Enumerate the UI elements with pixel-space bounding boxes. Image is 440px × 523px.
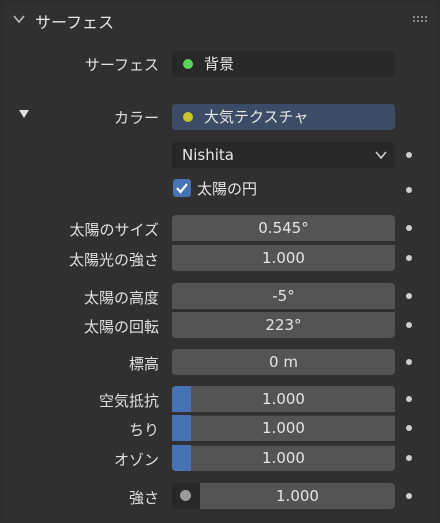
surface-shader-value: 背景 [204, 55, 235, 73]
keyframe-dot[interactable] [406, 396, 412, 402]
altitude-value: 0 m [269, 353, 298, 371]
sun-rotation-field[interactable]: 223° [172, 312, 395, 338]
sky-type-dropdown[interactable]: Nishita [172, 142, 395, 168]
air-density-fill [172, 386, 191, 412]
keyframe-dot[interactable] [406, 225, 412, 231]
panel-title: サーフェス [35, 13, 115, 32]
sun-disc-checkbox[interactable] [173, 179, 191, 197]
altitude-label: 標高 [128, 355, 159, 373]
sun-intensity-field[interactable]: 1.000 [172, 245, 395, 271]
keyframe-dot[interactable] [406, 293, 412, 299]
dust-density-value: 1.000 [262, 419, 305, 437]
sun-intensity-value: 1.000 [262, 249, 305, 267]
keyframe-dot[interactable] [406, 152, 412, 158]
socket-circle-icon[interactable] [180, 490, 191, 501]
shader-socket-icon [183, 59, 193, 69]
expand-triangle-icon[interactable] [19, 110, 29, 118]
air-label: 空気抵抗 [98, 392, 159, 410]
keyframe-dot[interactable] [406, 255, 412, 261]
ozone-label: オゾン [113, 451, 159, 469]
keyframe-dot[interactable] [406, 322, 412, 328]
color-socket-icon [183, 112, 193, 122]
ozone-density-value: 1.000 [262, 449, 305, 467]
dust-density-slider[interactable]: 1.000 [172, 415, 395, 441]
air-density-slider[interactable]: 1.000 [172, 386, 395, 412]
sun-elevation-label: 太陽の高度 [83, 289, 159, 307]
sun-intensity-label: 太陽光の強さ [68, 251, 159, 269]
dust-density-fill [172, 415, 191, 441]
sun-elevation-value: -5° [272, 287, 295, 305]
surface-shader-field[interactable]: 背景 [172, 51, 395, 77]
keyframe-dot[interactable] [406, 455, 412, 461]
sun-elevation-field[interactable]: -5° [172, 283, 395, 309]
sky-type-value: Nishita [182, 146, 234, 164]
chevron-down-icon [375, 151, 387, 160]
air-density-value: 1.000 [262, 390, 305, 408]
color-input-value: 大気テクスチャ [204, 108, 309, 126]
keyframe-dot[interactable] [406, 359, 412, 365]
chevron-down-icon[interactable] [12, 12, 26, 26]
keyframe-dot[interactable] [406, 187, 412, 193]
ozone-density-slider[interactable]: 1.000 [172, 445, 395, 471]
strength-value-box[interactable]: 1.000 [200, 483, 395, 509]
altitude-field[interactable]: 0 m [172, 349, 395, 375]
ozone-density-fill [172, 445, 191, 471]
keyframe-dot[interactable] [406, 493, 412, 499]
drag-grip-icon[interactable] [413, 16, 429, 22]
sun-size-value: 0.545° [258, 219, 309, 237]
color-input-field[interactable]: 大気テクスチャ [172, 104, 395, 130]
strength-field[interactable]: 1.000 [172, 483, 395, 509]
keyframe-dot[interactable] [406, 425, 412, 431]
panel-header[interactable]: サーフェス [3, 3, 437, 35]
color-label: カラー [113, 109, 159, 127]
dust-label: ちり [128, 421, 159, 439]
sun-disc-label: 太陽の円 [197, 180, 258, 198]
sun-rotation-label: 太陽の回転 [83, 318, 159, 336]
strength-value: 1.000 [276, 487, 319, 505]
strength-label: 強さ [128, 489, 159, 507]
sun-size-field[interactable]: 0.545° [172, 215, 395, 241]
checkmark-icon [176, 183, 188, 194]
sun-rotation-value: 223° [265, 316, 302, 334]
sun-size-label: 太陽のサイズ [69, 221, 159, 239]
surface-label: サーフェス [84, 56, 159, 74]
